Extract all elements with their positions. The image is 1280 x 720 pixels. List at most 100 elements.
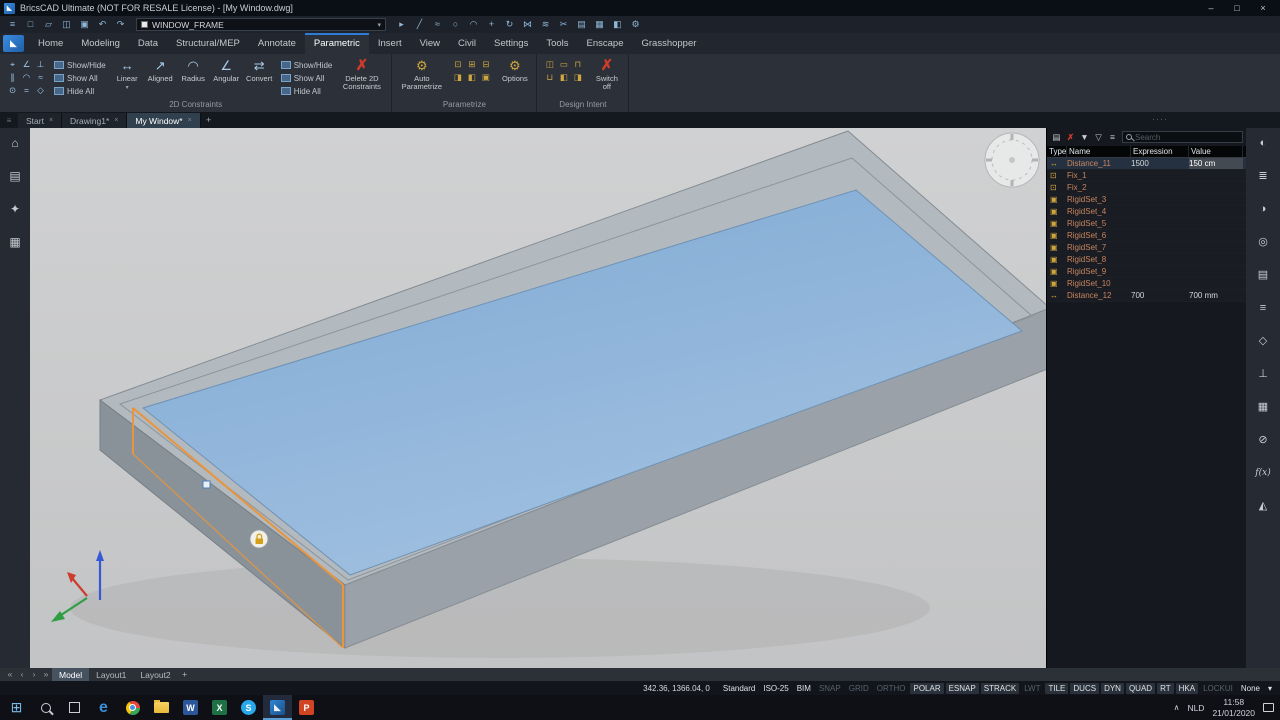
named-views-icon[interactable]: ▦ (591, 17, 608, 32)
undo-icon[interactable]: ↶ (94, 17, 111, 32)
constraint-visibility-toggle[interactable]: Show All (280, 72, 333, 84)
status-toggle[interactable]: None (1238, 683, 1263, 694)
line-icon[interactable]: ╱ (411, 17, 428, 32)
components-panel-icon[interactable]: ◇ (1259, 331, 1267, 351)
parallel-constraint-icon[interactable]: ∥ (6, 71, 19, 83)
polyline-icon[interactable]: ≈ (429, 17, 446, 32)
status-toggle[interactable]: SNAP (816, 683, 844, 694)
parameter-expression[interactable] (1131, 206, 1189, 217)
parametrize-unlock-icon[interactable]: ⊞ (465, 58, 478, 70)
status-toggle[interactable]: TILE (1045, 682, 1069, 694)
intent-equal-icon[interactable]: ⊓ (571, 58, 584, 70)
delete-2d-constraints-button[interactable]: ✗ Delete 2D Constraints (338, 57, 385, 92)
properties-panel-icon[interactable]: ◐ (1260, 133, 1267, 153)
status-toggle[interactable]: DYN (1101, 682, 1124, 694)
search-input[interactable] (1135, 132, 1239, 142)
column-header[interactable]: Value (1189, 146, 1243, 157)
parameter-row[interactable]: ▣ RigidSet_6 (1047, 230, 1246, 242)
parametrize-options-button[interactable]: ⚙ Options (499, 57, 530, 83)
status-toggle[interactable]: LOCKUI (1200, 683, 1236, 694)
redo-icon[interactable]: ↷ (112, 17, 129, 32)
status-toggle[interactable]: ORTHO (874, 683, 909, 694)
delete-parameter-icon[interactable]: ✗ (1064, 131, 1077, 144)
constraint-visibility-toggle[interactable]: Show/Hide (54, 59, 106, 71)
parameter-expression[interactable]: 1500 (1131, 158, 1189, 169)
status-toggle[interactable]: ▾ (1265, 683, 1275, 694)
taskbar-button[interactable]: S (234, 695, 263, 720)
intent-coplanar-icon[interactable]: ◫ (543, 58, 556, 70)
close-tab-icon[interactable]: × (114, 117, 118, 124)
parameter-row[interactable]: ⊡ Fix_2 (1047, 182, 1246, 194)
ribbon-tab[interactable]: Civil (449, 33, 485, 54)
layers-panel-icon[interactable]: ≣ (1258, 166, 1267, 186)
application-menu-button[interactable]: ◣ (3, 35, 24, 52)
symmetric-constraint-icon[interactable]: ≈ (34, 71, 47, 83)
taskbar-button[interactable] (147, 695, 176, 720)
search-box[interactable] (1122, 131, 1243, 143)
dimensional-constraint-button[interactable]: ∠ Angular (211, 57, 242, 84)
taskbar-button[interactable] (60, 695, 89, 720)
viewport[interactable] (30, 128, 1046, 668)
parameter-row[interactable]: ▣ RigidSet_10 (1047, 278, 1246, 290)
close-button[interactable]: × (1250, 0, 1276, 16)
ribbon-tab[interactable]: Structural/MEP (167, 33, 249, 54)
materials-panel-icon[interactable]: ◑ (1260, 199, 1267, 219)
constraint-visibility-toggle[interactable]: Hide All (54, 85, 106, 97)
parameter-expression[interactable] (1131, 194, 1189, 205)
offset-icon[interactable]: ≋ (537, 17, 554, 32)
print-icon[interactable]: ▣ (76, 17, 93, 32)
sheets-panel-icon[interactable]: ▤ (1258, 265, 1268, 285)
app-menu-icon[interactable]: ≡ (4, 17, 21, 32)
status-toggle[interactable]: DUCS (1070, 682, 1100, 694)
column-header[interactable]: Expression (1131, 146, 1189, 157)
parameter-row[interactable]: ▣ RigidSet_5 (1047, 218, 1246, 230)
parameter-expression[interactable] (1131, 182, 1189, 193)
document-tab[interactable]: My Window* × (127, 113, 201, 128)
design-intent-switch-off-button[interactable]: ✗ Switch off (591, 57, 622, 92)
column-header[interactable]: Type (1047, 146, 1067, 157)
constraint-visibility-toggle[interactable]: Show/Hide (280, 59, 332, 71)
close-tab-icon[interactable]: × (49, 117, 53, 124)
clock[interactable]: 11:58 21/01/2020 (1212, 697, 1255, 718)
first-layout-icon[interactable]: « (4, 668, 16, 681)
status-toggle[interactable]: STRACK (980, 682, 1020, 694)
arc-icon[interactable]: ◠ (465, 17, 482, 32)
parametrize-table-icon[interactable]: ▣ (479, 71, 492, 83)
taskbar-button[interactable] (118, 695, 147, 720)
dimensional-constraint-button[interactable]: ↔ Linear ▾ (112, 57, 143, 91)
open-file-icon[interactable]: ▱ (40, 17, 57, 32)
bim-profiles-panel-icon[interactable]: ◭ (1259, 496, 1267, 516)
dimensional-constraint-button[interactable]: ↗ Aligned (145, 57, 176, 84)
status-toggle[interactable]: POLAR (910, 682, 944, 694)
tab-bar-menu-icon[interactable]: ≡ (0, 113, 18, 128)
ribbon-tab[interactable]: Enscape (578, 33, 633, 54)
ribbon-tab[interactable]: Settings (485, 33, 537, 54)
trim-icon[interactable]: ✂ (555, 17, 572, 32)
parameter-row[interactable]: ▣ RigidSet_3 (1047, 194, 1246, 206)
parametrize-radial-icon[interactable]: ◨ (451, 71, 464, 83)
status-toggle[interactable]: QUAD (1125, 682, 1156, 694)
intent-symmetry-icon[interactable]: ◧ (557, 71, 570, 83)
move-icon[interactable]: + (483, 17, 500, 32)
attachments-panel-icon[interactable]: ⊘ (1258, 430, 1267, 450)
keyboard-language[interactable]: NLD (1187, 703, 1204, 713)
auto-parametrize-button[interactable]: ⚙ Auto Parametrize (398, 57, 445, 92)
new-document-button[interactable]: + (201, 113, 217, 128)
layout-tab[interactable]: Layout2 (133, 668, 177, 681)
filter-expressions-icon[interactable]: ▼ (1078, 131, 1091, 144)
parameter-expression[interactable] (1131, 218, 1189, 229)
taskbar-button[interactable]: e (89, 695, 118, 720)
panel-grip[interactable]: ···· (1152, 113, 1168, 126)
parametrize-linear-icon[interactable]: ⊟ (479, 58, 492, 70)
perpendicular-constraint-icon[interactable]: ⊥ (34, 58, 47, 70)
status-toggle[interactable]: BIM (794, 683, 814, 694)
column-header[interactable]: Name (1067, 146, 1131, 157)
ribbon-tab[interactable]: Annotate (249, 33, 305, 54)
navigation-compass[interactable] (984, 132, 1040, 188)
layout-tab[interactable]: Model (52, 668, 90, 681)
parameter-expression[interactable] (1131, 170, 1189, 181)
parameter-row[interactable]: ▣ RigidSet_9 (1047, 266, 1246, 278)
viewport-3d-canvas[interactable] (30, 128, 1046, 668)
status-toggle[interactable]: ESNAP (945, 682, 979, 694)
intent-coaxial-icon[interactable]: ▭ (557, 58, 570, 70)
